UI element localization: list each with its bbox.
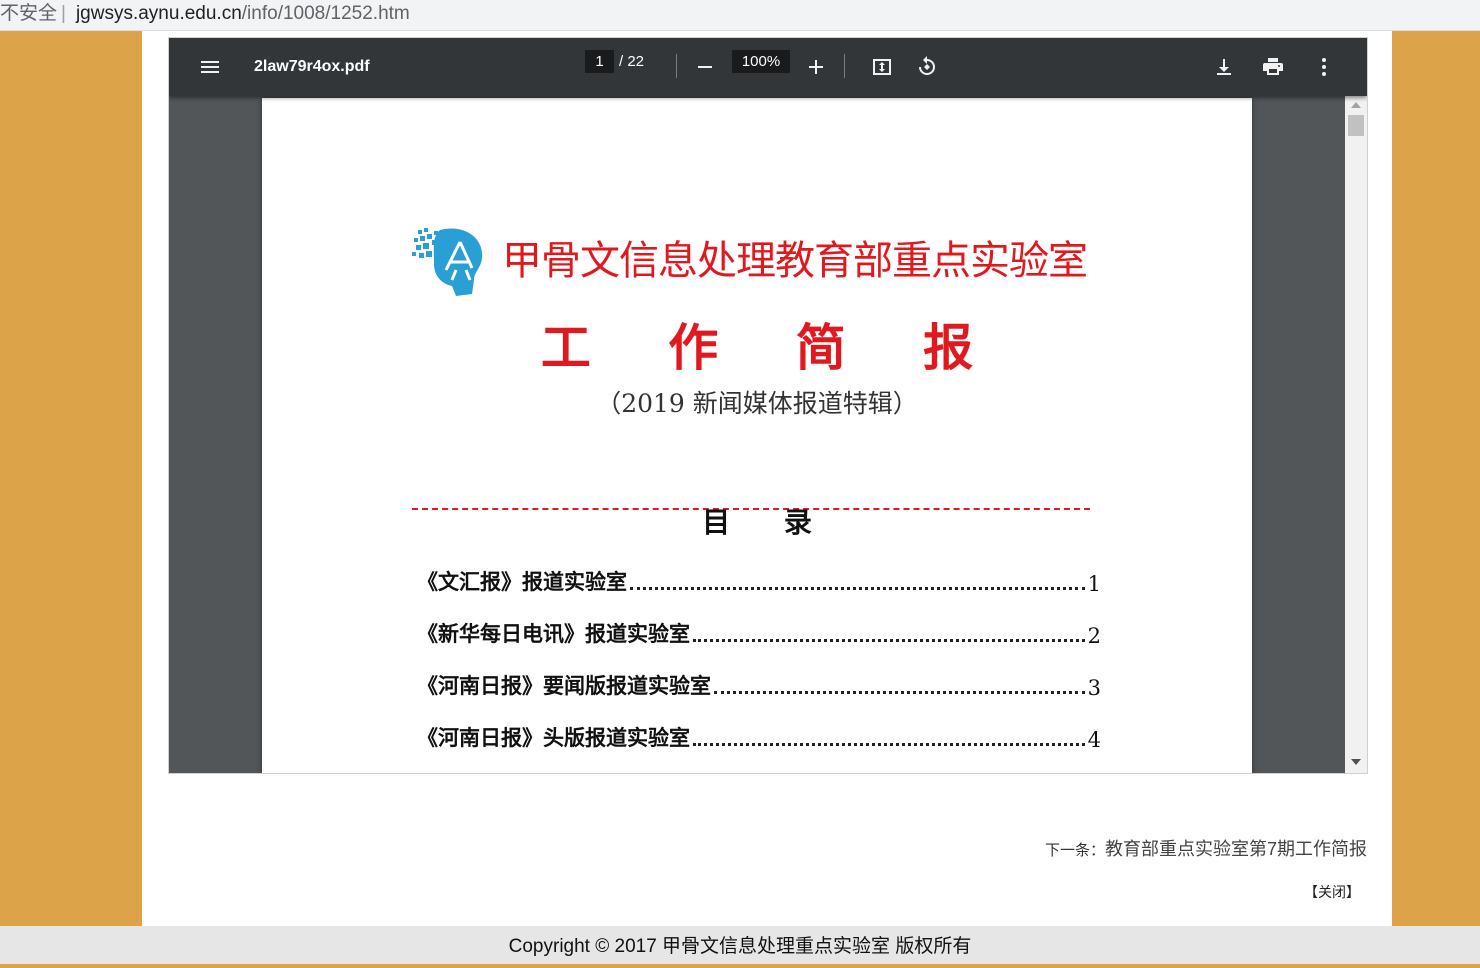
menu-button[interactable] bbox=[190, 47, 230, 87]
zoom-level-input[interactable]: 100% bbox=[732, 50, 790, 73]
next-article-title[interactable]: 教育部重点实验室第7期工作简报 bbox=[1105, 839, 1367, 859]
zoom-in-button[interactable] bbox=[796, 47, 836, 87]
next-article-link[interactable]: 下一条：教育部重点实验室第7期工作简报 bbox=[900, 835, 1367, 861]
next-label: 下一条： bbox=[1044, 842, 1105, 859]
toc-item-page: 1 bbox=[1087, 572, 1101, 596]
zoom-out-icon bbox=[698, 66, 712, 68]
page-number-input[interactable]: 1 bbox=[585, 50, 614, 73]
security-indicator[interactable]: 不安全 bbox=[0, 3, 57, 24]
lab-title: 甲骨文信息处理教育部重点实验室 bbox=[502, 238, 1088, 284]
scroll-down-arrow-icon[interactable] bbox=[1351, 759, 1361, 765]
download-button[interactable] bbox=[1204, 47, 1244, 87]
lab-logo bbox=[412, 228, 483, 296]
brief-title: 工 作 简 报 bbox=[540, 319, 1004, 377]
pdf-toolbar: 2law79r4ox.pdf 1 / 22 100% bbox=[169, 38, 1367, 96]
toc-heading: 目 录 bbox=[702, 506, 834, 539]
print-icon bbox=[1263, 58, 1283, 75]
download-icon bbox=[1217, 59, 1231, 75]
zoom-out-button[interactable] bbox=[685, 47, 725, 87]
menu-icon bbox=[201, 61, 219, 73]
address-divider: | bbox=[61, 3, 66, 24]
toc-item-title: 《文汇报》报道实验室 bbox=[417, 569, 627, 594]
scroll-up-arrow-icon[interactable] bbox=[1351, 102, 1361, 108]
more-options-button[interactable] bbox=[1304, 47, 1344, 87]
toolbar-divider bbox=[844, 54, 845, 78]
pdf-scrollbar[interactable] bbox=[1345, 96, 1367, 773]
url-host: jgwsys.aynu.edu.cn bbox=[75, 3, 242, 24]
rotate-icon bbox=[919, 56, 935, 75]
toolbar-divider bbox=[676, 54, 677, 78]
toc-leader-dots bbox=[630, 587, 1085, 590]
more-vert-icon bbox=[1322, 58, 1326, 76]
fit-page-icon bbox=[873, 59, 891, 75]
toc-item[interactable]: 《河南日报》头版报道实验室 4 bbox=[417, 720, 1101, 752]
toc-item-title: 《新华每日电讯》报道实验室 bbox=[417, 621, 690, 646]
pdf-viewer[interactable]: 2law79r4ox.pdf 1 / 22 100% 甲骨文信息处理教育部重点实… bbox=[168, 37, 1368, 774]
toc-item-page: 4 bbox=[1087, 728, 1101, 752]
toc-leader-dots bbox=[693, 743, 1085, 746]
zoom-in-icon bbox=[809, 60, 823, 74]
footer-copyright: Copyright © 2017 甲骨文信息处理重点实验室 版权所有 bbox=[0, 926, 1480, 964]
toc-item[interactable]: 《文汇报》报道实验室 1 bbox=[417, 564, 1101, 596]
toc-leader-dots bbox=[693, 639, 1085, 642]
url-path: /info/1008/1252.htm bbox=[241, 3, 410, 24]
print-button[interactable] bbox=[1253, 47, 1293, 87]
toc-leader-dots bbox=[714, 691, 1085, 694]
scrollbar-thumb[interactable] bbox=[1348, 115, 1364, 136]
toc-item-page: 3 bbox=[1087, 676, 1101, 700]
toc-item-title: 《河南日报》头版报道实验室 bbox=[417, 725, 690, 750]
page-total: / 22 bbox=[619, 53, 645, 70]
fit-page-button[interactable] bbox=[862, 47, 902, 87]
pdf-filename: 2law79r4ox.pdf bbox=[254, 58, 370, 75]
toc-item-title: 《河南日报》要闻版报道实验室 bbox=[417, 673, 711, 698]
pdf-page: 甲骨文信息处理教育部重点实验室 工 作 简 报 （2019 新闻媒体报道特辑） … bbox=[262, 98, 1252, 773]
toc-item[interactable]: 《河南日报》要闻版报道实验室 3 bbox=[417, 668, 1101, 700]
toc-item-page: 2 bbox=[1087, 624, 1101, 648]
close-link[interactable]: 【关闭】 bbox=[1304, 882, 1360, 902]
special-edition-subtitle: （2019 新闻媒体报道特辑） bbox=[596, 389, 918, 418]
toc-item[interactable]: 《新华每日电讯》报道实验室 2 bbox=[417, 616, 1101, 648]
rotate-button[interactable] bbox=[907, 47, 947, 87]
address-bar[interactable]: 不安全 | jgwsys.aynu.edu.cn/info/1008/1252.ht… bbox=[0, 0, 1480, 31]
